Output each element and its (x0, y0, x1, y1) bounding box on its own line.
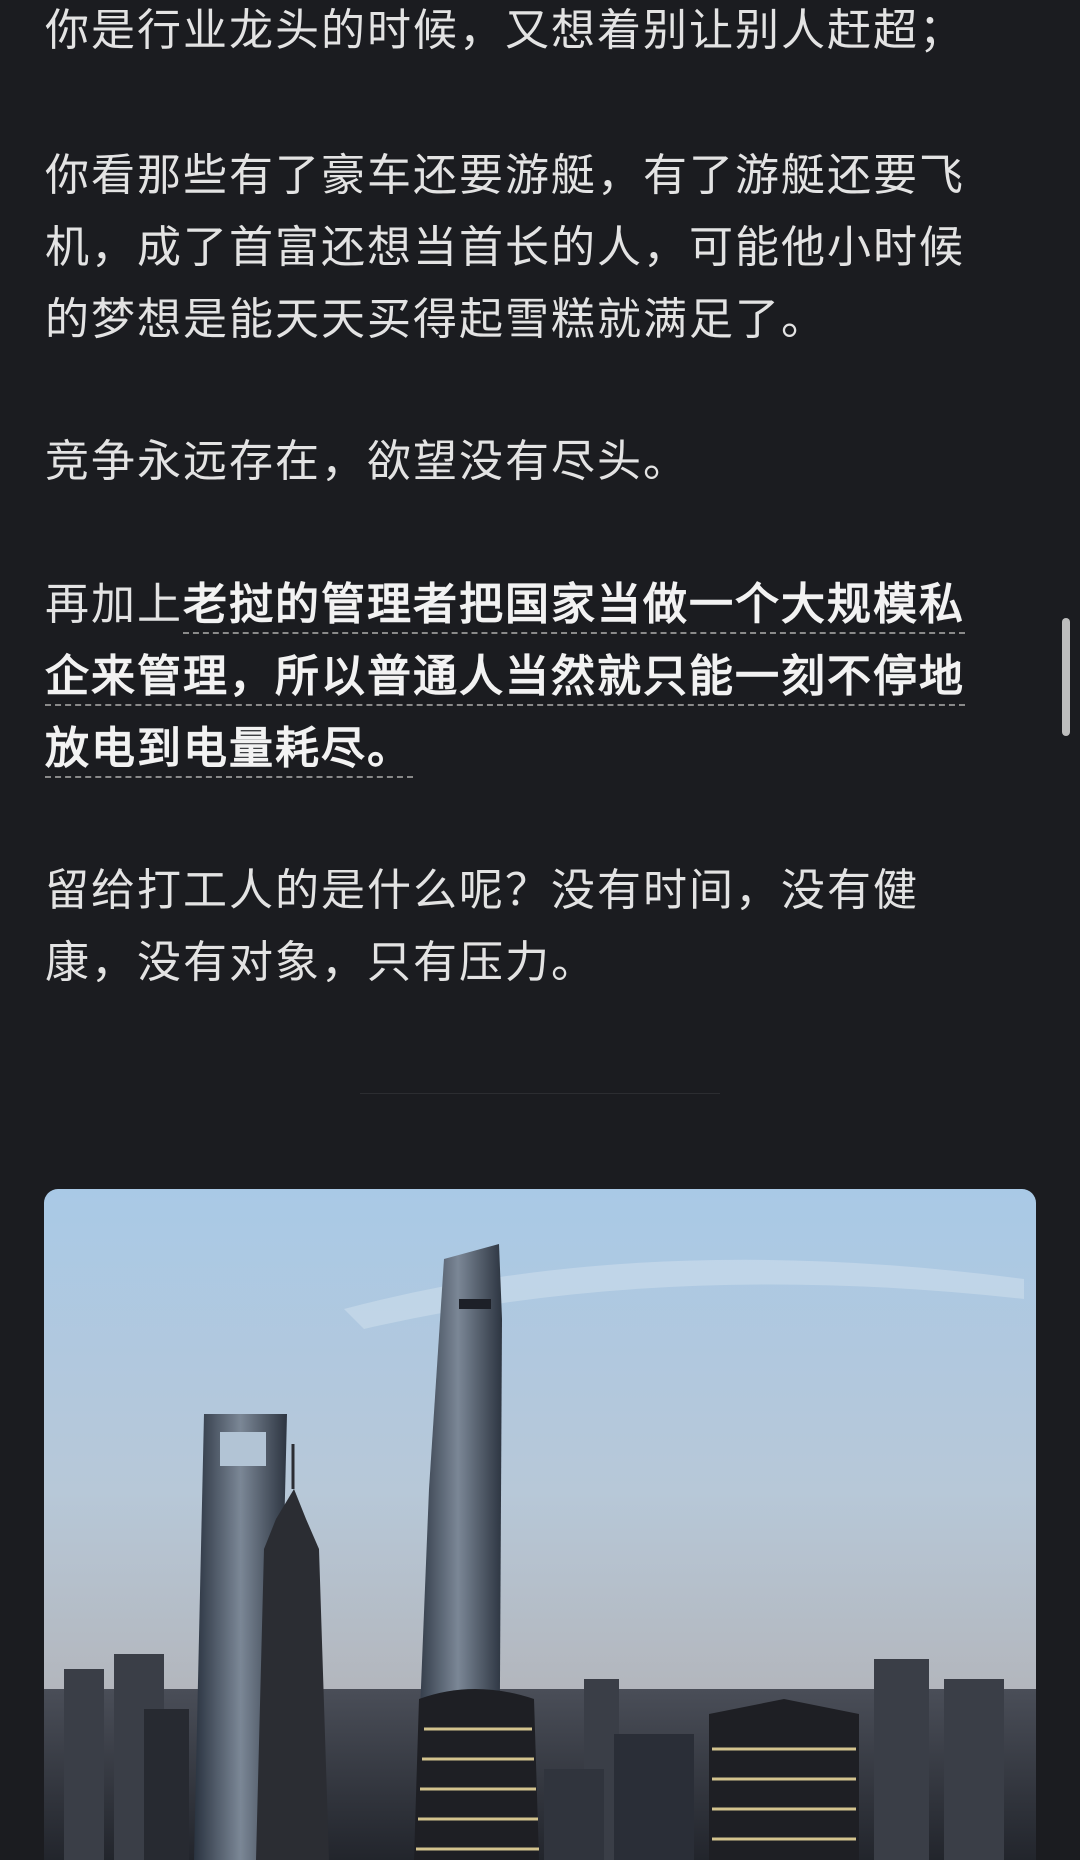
section-divider (360, 1093, 720, 1094)
paragraph-2: 你看那些有了豪车还要游艇，有了游艇还要飞机，成了首富还想当首长的人，可能他小时候… (45, 150, 965, 345)
paragraph-4-prefix: 再加上 (45, 579, 183, 630)
paragraph-3: 竞争永远存在，欲望没有尽头。 (45, 436, 689, 487)
paragraph-5: 留给打工人的是什么呢？没有时间，没有健康，没有对象，只有压力。 (45, 865, 919, 988)
city-skyline-photo[interactable] (44, 1189, 1036, 1860)
paragraph-1: 你是行业龙头的时候，又想着别让别人赶超； (45, 5, 965, 56)
scrollbar-thumb[interactable] (1062, 618, 1070, 736)
highlighted-link[interactable]: 老挝的管理者把国家当做一个大规模私企来管理，所以普通人当然就只能一刻不停地放电到… (45, 579, 965, 778)
paragraph-4: 再加上老挝的管理者把国家当做一个大规模私企来管理，所以普通人当然就只能一刻不停地… (45, 569, 1005, 785)
